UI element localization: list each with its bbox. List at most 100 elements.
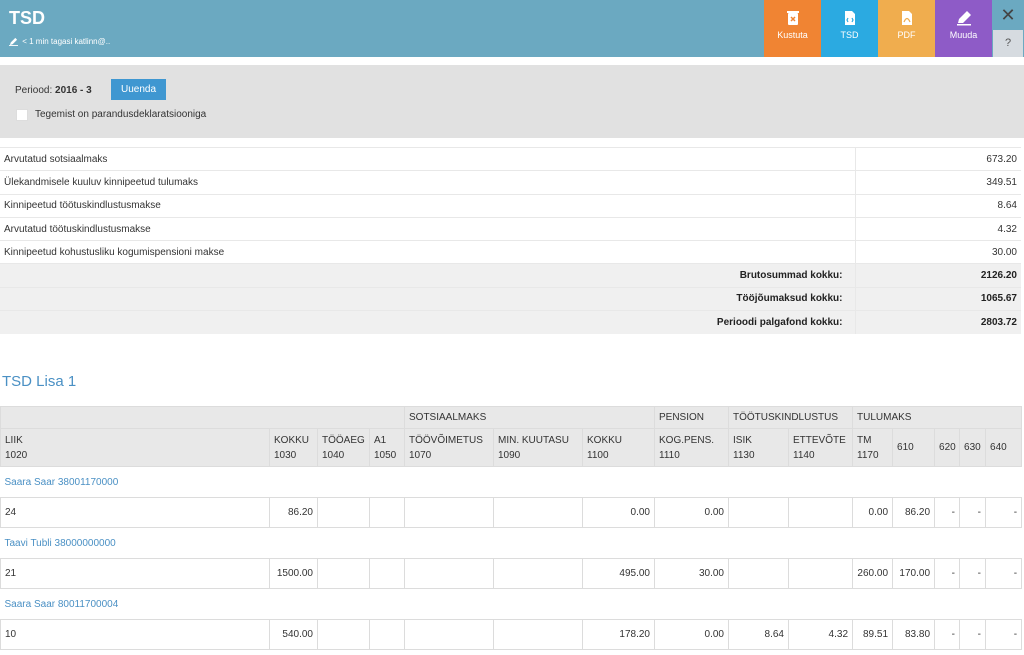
tsd-export-button[interactable]: TSD xyxy=(821,0,878,57)
table-cell: - xyxy=(959,619,987,650)
column-header: 620 xyxy=(934,428,961,467)
summary-row: Kinnipeetud töötuskindlustusmakse 8.64 xyxy=(0,193,1021,218)
person-row: Saara Saar 38001170000 xyxy=(0,466,1022,498)
period-label: Periood: xyxy=(15,85,53,96)
column-name: TM xyxy=(857,434,872,446)
summary-row: Arvutatud sotsiaalmaks 673.20 xyxy=(0,146,1021,171)
table-cell: 86.20 xyxy=(269,497,318,528)
column-code: 1140 xyxy=(793,449,815,461)
table-cell: 0.00 xyxy=(852,497,894,528)
filter-panel: Periood: 2016 - 3 xyxy=(0,65,1024,138)
table-cell: 10 xyxy=(0,619,270,650)
column-name: ETTEVÕTE xyxy=(793,434,846,446)
summary-value: 8.64 xyxy=(854,193,1021,218)
trash-icon xyxy=(786,11,799,25)
table-cell xyxy=(493,619,583,650)
column-name: LIIK xyxy=(5,434,23,446)
table-cell: - xyxy=(934,497,961,528)
table-cell: 0.00 xyxy=(582,497,655,528)
table-cell: 24 xyxy=(0,497,270,528)
column-code: 1050 xyxy=(374,449,397,461)
column-header: 610 xyxy=(892,428,936,467)
table-cell xyxy=(728,497,789,528)
pdf-button-label: PDF xyxy=(897,30,916,40)
table-cell: - xyxy=(985,558,1023,589)
table-cell xyxy=(493,497,583,528)
table-cell: - xyxy=(934,558,961,589)
group-header-row: SOTSIAALMAKS PENSION TÖÖTUSKINDLUSTUS TULUM… xyxy=(0,406,1023,429)
summary-table: Arvutatud sotsiaalmaks 673.20 Ülekandmisel… xyxy=(0,146,1021,334)
table-cell: - xyxy=(959,558,987,589)
table-cell xyxy=(369,558,405,589)
column-header: KOG.PENS. 1110 xyxy=(654,428,729,467)
table-row: 10 540.00 178.20 0.00 8.64 4.32 89.51 83.80- - - xyxy=(0,619,1023,650)
person-name-link[interactable]: Saara Saar 80011700004 xyxy=(0,588,1022,620)
table-cell: 83.80 xyxy=(892,619,936,650)
table-cell xyxy=(787,558,854,589)
group-header-pension: PENSION xyxy=(654,406,729,429)
table-cell xyxy=(317,497,370,528)
table-cell xyxy=(728,558,789,589)
table-cell xyxy=(317,619,370,650)
delete-button-label: Kustuta xyxy=(777,30,808,40)
table-cell: - xyxy=(985,497,1023,528)
total-value: 1065.67 xyxy=(854,286,1021,311)
column-name: A1 xyxy=(374,434,387,446)
column-header: 640 xyxy=(985,428,1023,467)
last-edited-text: < 1 min tagasi katlinn@.. xyxy=(22,37,111,46)
column-header: KOKKU 1030 xyxy=(269,428,318,467)
column-code: 1020 xyxy=(5,449,28,461)
pdf-button[interactable]: PDF xyxy=(878,0,935,57)
summary-row: Arvutatud töötuskindlustusmakse 4.32 xyxy=(0,216,1021,241)
last-edited-info: < 1 min tagasi katlinn@.. xyxy=(9,37,111,47)
summary-total-row: Tööjõumaksud kokku: 1065.67 xyxy=(0,286,1021,311)
column-header: TÖÖVÕIMETUS 1070 xyxy=(404,428,494,467)
summary-value: 673.20 xyxy=(854,146,1021,171)
tsd-lisa-table: SOTSIAALMAKS PENSION TÖÖTUSKINDLUSTUS TULUM… xyxy=(0,406,1023,650)
table-cell: 86.20 xyxy=(892,497,936,528)
edit-button-label: Muuda xyxy=(949,30,978,40)
column-name: KOKKU xyxy=(587,434,623,446)
close-icon[interactable]: ✕ xyxy=(993,2,1023,28)
column-name: 640 xyxy=(990,442,1007,453)
correction-label: Tegemist on parandusdeklaratsiooniga xyxy=(35,109,207,120)
column-code: 1090 xyxy=(498,449,521,461)
column-name: TÖÖAEG xyxy=(322,434,365,446)
table-cell xyxy=(369,497,405,528)
column-name: TÖÖVÕIMETUS xyxy=(409,434,483,446)
column-code: 1070 xyxy=(409,449,432,461)
table-cell: - xyxy=(959,497,987,528)
column-header: TÖÖAEG 1040 xyxy=(317,428,370,467)
table-cell: 170.00 xyxy=(892,558,936,589)
summary-row: Kinnipeetud kohustusliku kogumispensioni… xyxy=(0,240,1021,264)
correction-checkbox[interactable] xyxy=(16,109,28,121)
edit-button[interactable]: Muuda xyxy=(935,0,992,57)
group-header-tootuskindlustus: TÖÖTUSKINDLUSTUS xyxy=(727,406,854,429)
update-button[interactable]: Uuenda xyxy=(111,79,166,100)
table-cell: 8.64 xyxy=(728,619,789,650)
file-code-icon xyxy=(844,11,855,25)
column-header: LIIK 1020 xyxy=(0,428,270,467)
table-cell: 495.00 xyxy=(582,558,655,589)
summary-label: Kinnipeetud töötuskindlustusmakse xyxy=(0,193,855,218)
total-label: Tööjõumaksud kokku: xyxy=(0,286,855,311)
column-code: 1170 xyxy=(857,449,879,461)
column-header: KOKKU 1100 xyxy=(582,428,655,467)
column-name: ISIK xyxy=(733,434,752,446)
delete-button[interactable]: Kustuta xyxy=(764,0,821,57)
person-name-link[interactable]: Taavi Tubli 38000000000 xyxy=(0,527,1022,559)
pdf-icon xyxy=(901,11,912,25)
total-value: 2803.72 xyxy=(854,310,1021,334)
pencil-icon xyxy=(9,38,18,47)
summary-row: Ülekandmisele kuuluv kinnipeetud tulumak… xyxy=(0,170,1021,195)
person-row: Saara Saar 80011700004 xyxy=(0,588,1022,620)
person-name-link[interactable]: Saara Saar 38001170000 xyxy=(0,466,1022,498)
table-cell: - xyxy=(934,619,961,650)
table-cell: 21 xyxy=(0,558,270,589)
section-title: TSD Lisa 1 xyxy=(2,373,77,390)
help-button[interactable]: ? xyxy=(993,30,1023,57)
page-title: TSD xyxy=(9,8,45,28)
column-header: ETTEVÕTE 1140 xyxy=(787,428,854,467)
top-header-bar: TSD < 1 min tagasi katlinn@.. Kustuta TS… xyxy=(0,0,1024,57)
table-cell: 89.51 xyxy=(852,619,894,650)
